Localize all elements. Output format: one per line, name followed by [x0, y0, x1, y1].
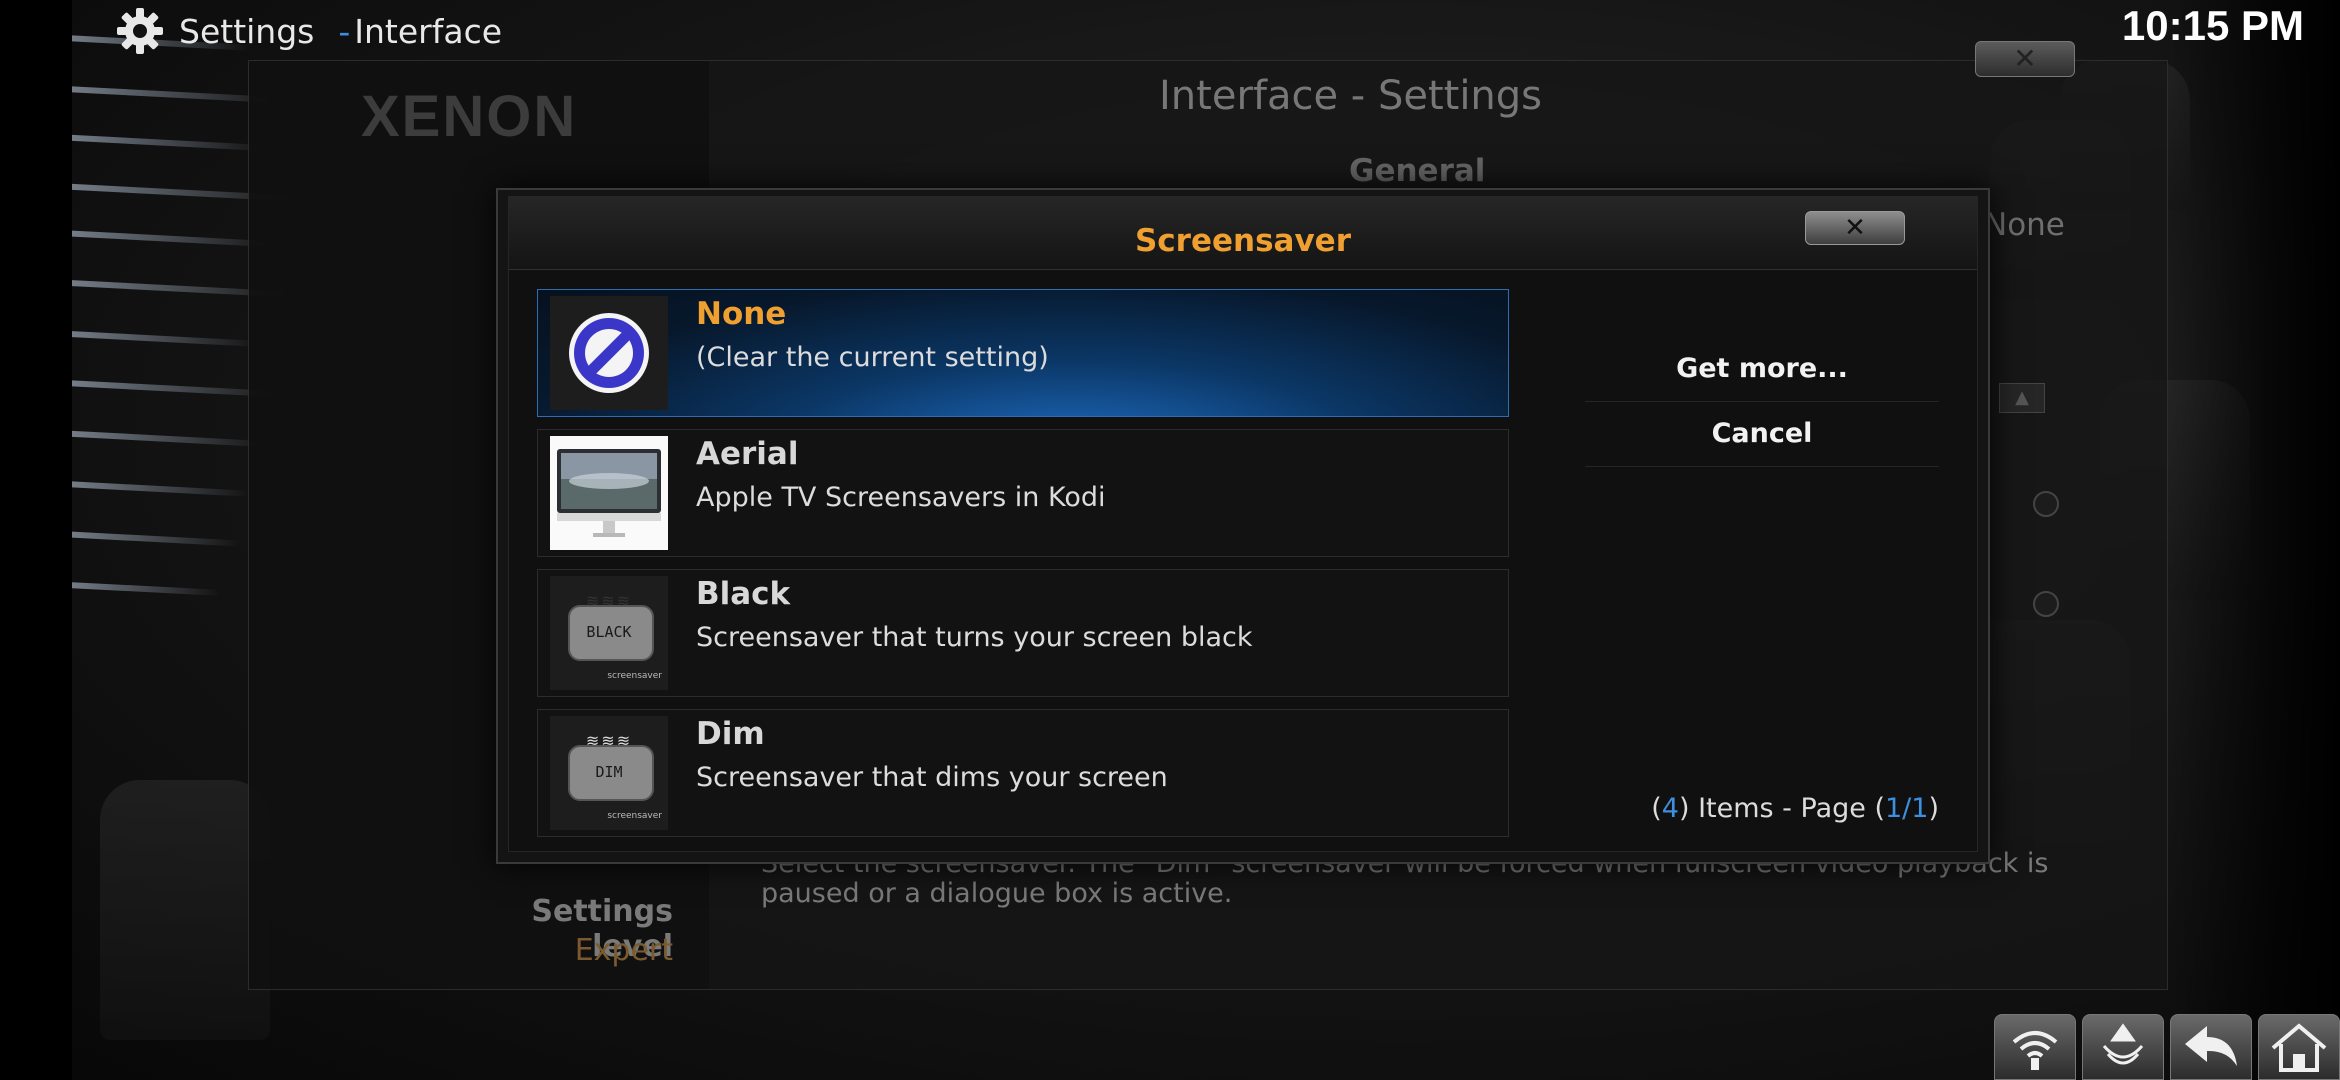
dialog-header: Screensaver ✕ [509, 197, 1977, 270]
no-entry-icon [550, 296, 668, 410]
settings-level-value[interactable]: Expert [463, 933, 673, 968]
list-item-description: Apple TV Screensavers in Kodi [696, 482, 1106, 513]
dim-addon-icon: ≋≋≋ DIM screensaver [550, 716, 668, 830]
dialog-body: Screensaver ✕ None (Clear the current se… [508, 196, 1978, 852]
black-thumb-label: BLACK [586, 623, 632, 641]
get-more-button[interactable]: Get more... [1585, 337, 1939, 402]
count-close-paren: ) [1928, 793, 1939, 824]
left-shade [0, 0, 72, 1080]
list-item-title: Black [696, 576, 791, 612]
eject-icon[interactable] [2082, 1014, 2164, 1080]
breadcrumb-subtitle: Interface [354, 11, 503, 51]
scroll-up-icon[interactable]: ▲ [1999, 383, 2045, 413]
gear-icon [117, 8, 163, 54]
radio-button[interactable] [2033, 491, 2059, 517]
list-item-aerial[interactable]: Aerial Apple TV Screensavers in Kodi [537, 429, 1509, 557]
right-shade [2170, 0, 2340, 1080]
thumb-caption: screensaver [607, 671, 662, 681]
back-icon[interactable] [2170, 1014, 2252, 1080]
radio-button[interactable] [2033, 591, 2059, 617]
cancel-button[interactable]: Cancel [1585, 402, 1939, 467]
screensaver-dialog: Screensaver ✕ None (Clear the current se… [496, 188, 1990, 864]
list-item-none[interactable]: None (Clear the current setting) [537, 289, 1509, 417]
skin-logo: XENON [361, 84, 578, 149]
dim-thumb-label: DIM [595, 763, 623, 781]
bottom-nav [1994, 1014, 2340, 1080]
thumb-caption: screensaver [607, 811, 662, 821]
settings-section-title: General [1349, 153, 1486, 189]
list-item-description: (Clear the current setting) [696, 342, 1049, 373]
screensaver-current-value: None [1984, 207, 2065, 243]
items-count-value: 4 [1661, 793, 1679, 824]
screensaver-list: None (Clear the current setting) Aerial … [537, 289, 1509, 849]
list-item-title: Dim [696, 716, 765, 752]
list-item-description: Screensaver that turns your screen black [696, 622, 1253, 653]
breadcrumb-separator: - [338, 11, 351, 51]
breadcrumb: Settings - Interface [115, 6, 502, 56]
count-label: ) Items - Page ( [1678, 793, 1885, 824]
page-value: 1/1 [1885, 793, 1929, 824]
settings-heading: Interface - Settings [1159, 73, 1543, 119]
home-icon[interactable] [2258, 1014, 2340, 1080]
clock: 10:15 PM [2121, 2, 2304, 49]
list-item-title: Aerial [696, 436, 799, 472]
list-item-description: Screensaver that dims your screen [696, 762, 1168, 793]
list-item-title: None [696, 296, 787, 332]
background-seat [100, 780, 270, 1040]
count-open-paren: ( [1651, 793, 1662, 824]
items-page-count: (4) Items - Page (1/1) [1585, 793, 1939, 824]
monitor-thumbnail [550, 436, 668, 550]
dialog-side-buttons: Get more... Cancel [1585, 337, 1939, 467]
kodi-screen: Settings - Interface 10:15 PM XENON Inter… [0, 0, 2340, 1080]
dialog-title: Screensaver [1134, 223, 1351, 259]
list-item-black[interactable]: ≋≋≋ BLACK screensaver Black Screensaver … [537, 569, 1509, 697]
breadcrumb-title: Settings [179, 11, 315, 51]
dialog-close-button[interactable]: ✕ [1805, 211, 1905, 245]
settings-close-button[interactable]: ✕ [1975, 41, 2075, 77]
network-icon[interactable] [1994, 1014, 2076, 1080]
list-item-dim[interactable]: ≋≋≋ DIM screensaver Dim Screensaver that… [537, 709, 1509, 837]
black-addon-icon: ≋≋≋ BLACK screensaver [550, 576, 668, 690]
